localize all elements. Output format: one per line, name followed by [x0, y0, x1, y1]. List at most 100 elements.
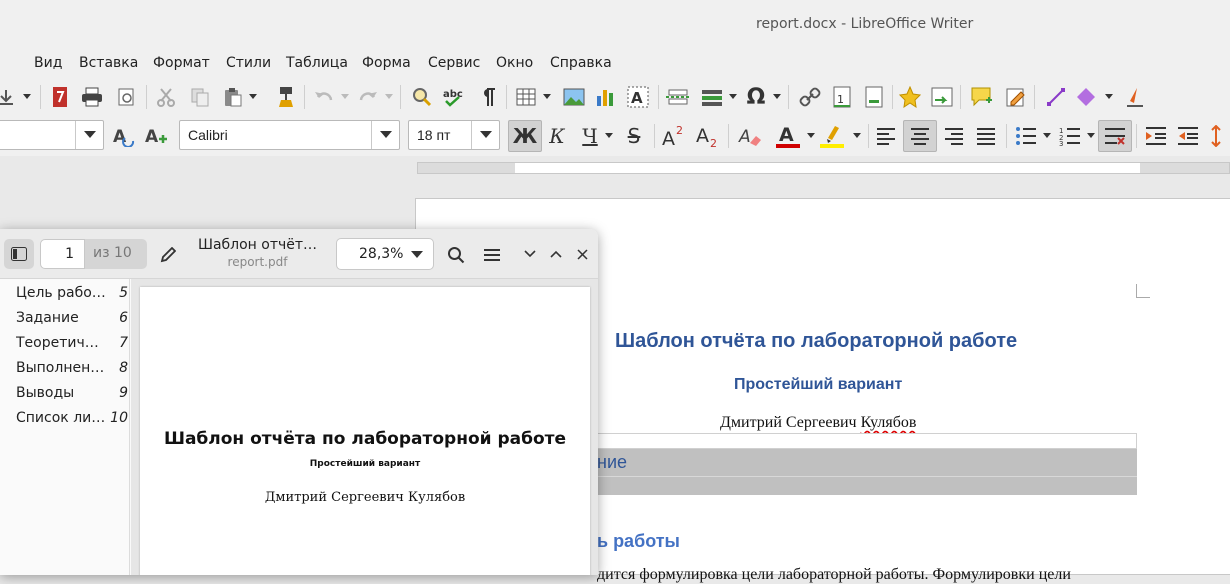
formatting-marks-icon[interactable] [474, 83, 502, 111]
menu-format[interactable]: Формат [153, 55, 210, 71]
minimize-icon[interactable] [520, 244, 540, 264]
chevron-down-icon[interactable] [371, 121, 399, 149]
chevron-down-icon[interactable] [1104, 83, 1114, 111]
paragraph-style-combo[interactable] [0, 120, 104, 150]
spellcheck-icon[interactable]: abc [440, 83, 468, 111]
outline-item[interactable]: Задание 6 [16, 310, 128, 330]
superscript-icon[interactable]: A2 [660, 122, 688, 150]
outline-item[interactable]: Цель работы 5 [16, 285, 128, 305]
search-icon[interactable] [445, 244, 467, 266]
font-name-combo[interactable]: Calibri [179, 120, 400, 150]
outline-item[interactable]: Выполнени… 8 [16, 360, 128, 380]
toc-heading-text[interactable]: ние [597, 452, 627, 473]
subscript-icon[interactable]: A2 [694, 122, 722, 150]
close-icon[interactable] [572, 244, 592, 264]
chevron-down-icon[interactable] [728, 83, 738, 111]
sidebar-toggle-icon[interactable] [4, 239, 34, 269]
document-author[interactable]: Дмитрий Сергеевич Кулябов [720, 414, 916, 432]
insert-chart-icon[interactable] [592, 83, 620, 111]
chevron-down-icon[interactable] [471, 121, 499, 149]
insert-textbox-icon[interactable]: A [624, 83, 652, 111]
draw-functions-icon[interactable] [1120, 83, 1148, 111]
menu-tools[interactable]: Сервис [428, 55, 480, 71]
underline-button[interactable]: Ч [576, 122, 604, 150]
annotate-pencil-icon[interactable] [158, 245, 178, 265]
print-icon[interactable] [78, 83, 106, 111]
undo-icon[interactable] [310, 83, 338, 111]
line-spacing-icon[interactable] [1208, 122, 1230, 150]
clear-formatting-icon[interactable]: A [736, 122, 764, 150]
menu-form[interactable]: Форма [362, 55, 411, 71]
update-style-icon[interactable]: A [110, 122, 138, 150]
menu-window[interactable]: Окно [496, 55, 533, 71]
outline-item[interactable]: Выводы 9 [16, 385, 128, 405]
cross-reference-icon[interactable] [928, 83, 956, 111]
insert-comment-page-icon[interactable] [860, 83, 888, 111]
chevron-down-icon[interactable] [22, 83, 32, 111]
insert-table-icon[interactable] [512, 83, 540, 111]
strikethrough-button[interactable]: S [620, 122, 648, 150]
pdf-canvas[interactable]: Шаблон отчёта по лабораторной работе Про… [131, 279, 598, 575]
insert-field-icon[interactable] [698, 83, 726, 111]
menu-styles[interactable]: Стили [226, 55, 271, 71]
justify-icon[interactable] [972, 122, 1000, 150]
menu-table[interactable]: Таблица [286, 55, 348, 71]
document-title[interactable]: Шаблон отчёта по лабораторной работе [615, 330, 1017, 353]
page-break-icon[interactable] [664, 83, 692, 111]
numbered-list-icon[interactable]: 123 [1056, 122, 1084, 150]
page-number-input[interactable]: 1 [40, 239, 85, 269]
paste-icon[interactable] [218, 83, 246, 111]
italic-button[interactable]: К [543, 122, 571, 150]
chevron-down-icon[interactable] [1086, 122, 1096, 150]
pdf-page-preview[interactable]: Шаблон отчёта по лабораторной работе Про… [140, 287, 590, 575]
find-replace-icon[interactable] [408, 83, 436, 111]
redo-icon[interactable] [354, 83, 382, 111]
chevron-down-icon[interactable] [340, 83, 350, 111]
menu-help[interactable]: Справка [550, 55, 612, 71]
section-paragraph[interactable]: дится формулировка цели лабораторной раб… [597, 566, 1071, 584]
chevron-down-icon[interactable] [604, 122, 614, 150]
menu-insert[interactable]: Вставка [79, 55, 138, 71]
font-size-combo[interactable]: 18 пт [408, 120, 500, 150]
chevron-down-icon[interactable] [248, 83, 258, 111]
insert-image-icon[interactable] [560, 83, 588, 111]
highlight-color-icon[interactable] [818, 122, 846, 150]
copy-icon[interactable] [186, 83, 214, 111]
chevron-down-icon[interactable] [852, 122, 862, 150]
horizontal-ruler[interactable] [0, 156, 1230, 178]
font-color-icon[interactable]: A [774, 122, 802, 150]
chevron-down-icon[interactable] [542, 83, 552, 111]
chevron-down-icon[interactable] [772, 83, 782, 111]
document-subtitle[interactable]: Простейший вариант [734, 376, 902, 394]
special-character-icon[interactable]: Ω [742, 83, 770, 111]
cut-icon[interactable] [152, 83, 180, 111]
hyperlink-icon[interactable] [796, 83, 824, 111]
bullet-list-icon[interactable] [1012, 122, 1040, 150]
footnote-icon[interactable]: 1 [828, 83, 856, 111]
insert-line-icon[interactable] [1042, 83, 1070, 111]
hamburger-menu-icon[interactable] [481, 244, 503, 266]
chevron-down-icon[interactable] [1042, 122, 1052, 150]
section-heading[interactable]: ь работы [597, 531, 680, 552]
bookmark-star-icon[interactable] [896, 83, 924, 111]
chevron-down-icon[interactable] [75, 121, 103, 149]
outline-item[interactable]: Список лит… 10 [16, 410, 128, 430]
decrease-indent-icon[interactable] [1174, 122, 1202, 150]
new-style-icon[interactable]: A [142, 122, 170, 150]
track-changes-icon[interactable] [1002, 83, 1030, 111]
menu-view[interactable]: Вид [34, 55, 62, 71]
comment-icon[interactable] [968, 83, 996, 111]
print-preview-icon[interactable] [112, 83, 140, 111]
clone-formatting-icon[interactable] [272, 83, 300, 111]
increase-indent-icon[interactable] [1142, 122, 1170, 150]
chevron-down-icon[interactable] [384, 83, 394, 111]
outline-item[interactable]: Теоретиче… 7 [16, 335, 128, 355]
save-icon[interactable] [0, 83, 20, 111]
align-left-icon[interactable] [872, 122, 900, 150]
align-center-icon[interactable] [903, 120, 937, 152]
export-pdf-icon[interactable] [46, 83, 74, 111]
zoom-selector[interactable]: 28,3% [336, 238, 434, 270]
chevron-down-icon[interactable] [806, 122, 816, 150]
basic-shapes-icon[interactable] [1072, 83, 1100, 111]
no-list-icon[interactable] [1098, 120, 1132, 152]
